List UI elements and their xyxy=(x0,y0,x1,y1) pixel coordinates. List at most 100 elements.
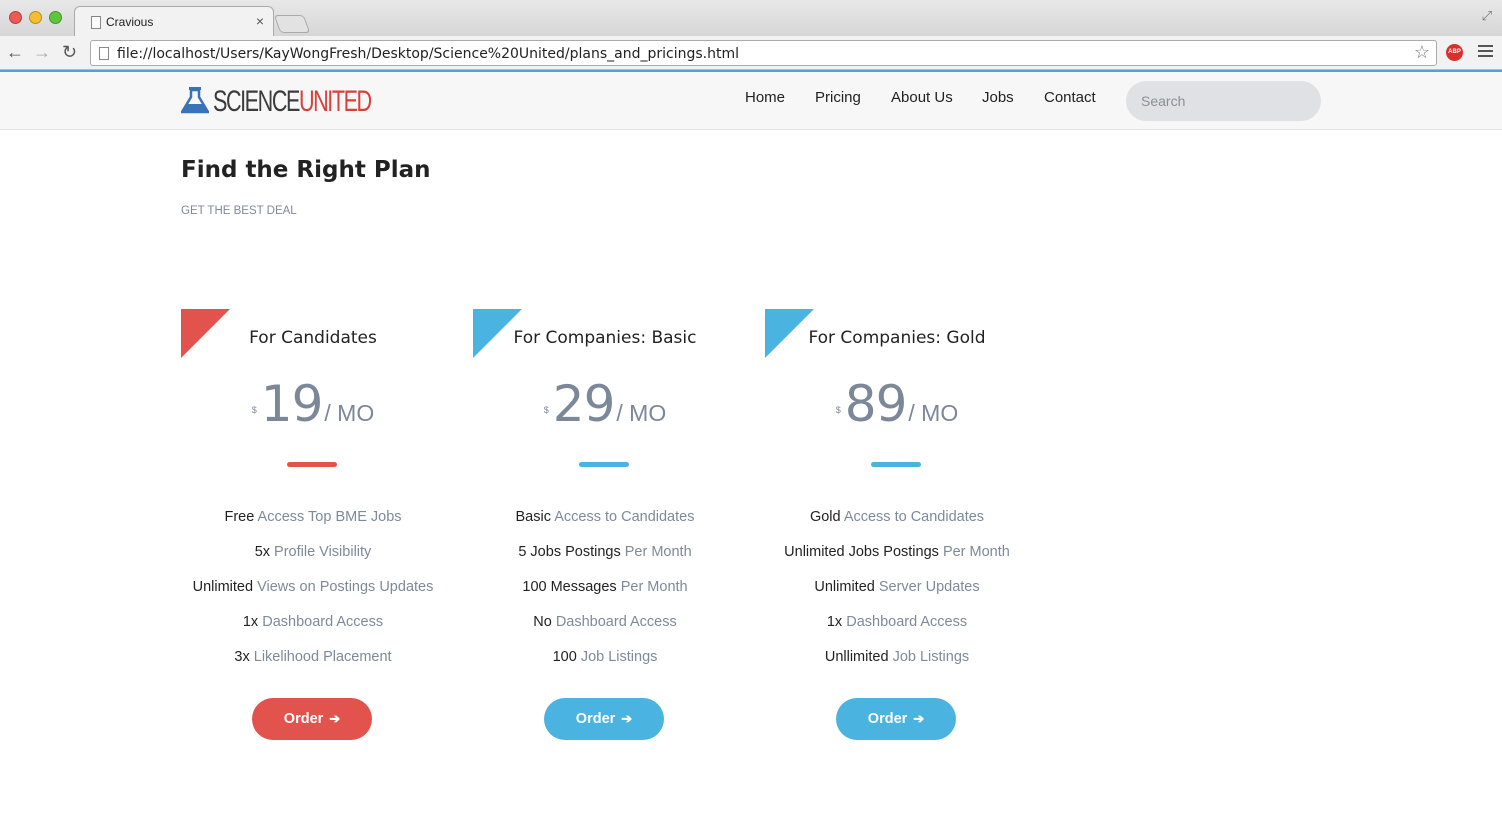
page-icon xyxy=(99,47,109,60)
page-title: Find the Right Plan xyxy=(181,157,431,183)
adblock-icon[interactable]: ABP xyxy=(1446,44,1463,61)
page-subtitle: GET THE BEST DEAL xyxy=(181,205,297,217)
plan-name: For Companies: Gold xyxy=(808,328,986,348)
arrow-right-icon: ➔ xyxy=(329,711,341,726)
feature-light: Dashboard Access xyxy=(262,614,384,630)
browser-tab[interactable]: Cravious × xyxy=(74,6,274,36)
feature-strong: 100 xyxy=(552,649,577,665)
arrow-right-icon: ➔ xyxy=(621,711,633,726)
zoom-window-button[interactable] xyxy=(49,11,62,24)
order-button[interactable]: Order ➔ xyxy=(544,698,664,740)
order-label: Order xyxy=(575,711,616,727)
page-icon xyxy=(91,16,101,29)
feature-item: Unllimited Job Listings xyxy=(765,649,1029,684)
order-label: Order xyxy=(867,711,908,727)
feature-light: Profile Visibility xyxy=(274,544,372,560)
price-currency: $ xyxy=(835,405,841,415)
plan-divider xyxy=(287,462,337,467)
feature-strong: 5 Jobs Postings xyxy=(518,544,621,560)
feature-list: Free Access Top BME Jobs 5x Profile Visi… xyxy=(181,509,445,684)
feature-strong: 3x xyxy=(234,649,250,665)
feature-light: Access Top BME Jobs xyxy=(257,509,402,525)
forward-arrow-icon[interactable]: → xyxy=(33,42,51,63)
tab-close-icon[interactable]: × xyxy=(256,13,264,29)
feature-strong: 100 Messages xyxy=(522,579,617,595)
feature-item: 1x Dashboard Access xyxy=(765,614,1029,649)
feature-strong: Unlimited Jobs Postings xyxy=(784,544,939,560)
plan-price: $29/ MO xyxy=(473,375,737,433)
feature-strong: 5x xyxy=(254,544,271,560)
nav-about-us[interactable]: About Us xyxy=(891,89,953,106)
feature-item: No Dashboard Access xyxy=(473,614,737,649)
feature-item: 5x Profile Visibility xyxy=(181,544,445,579)
price-period: / MO xyxy=(324,400,375,426)
feature-light: Job Listings xyxy=(892,649,970,665)
address-bar[interactable]: file://localhost/Users/KayWongFresh/Desk… xyxy=(90,40,1437,66)
url-text[interactable]: file://localhost/Users/KayWongFresh/Desk… xyxy=(117,46,739,62)
minimize-window-button[interactable] xyxy=(29,11,42,24)
feature-light: Access to Candidates xyxy=(843,509,985,525)
feature-item: Unlimited Jobs Postings Per Month xyxy=(765,544,1029,579)
price-amount: 19 xyxy=(260,375,324,433)
price-currency: $ xyxy=(251,405,257,415)
feature-strong: 1x xyxy=(826,614,843,630)
browser-titlebar: Cravious × ⤢ xyxy=(0,0,1502,36)
search-input[interactable] xyxy=(1126,81,1321,121)
plan-name: For Companies: Basic xyxy=(513,328,697,348)
feature-list: Basic Access to Candidates 5 Jobs Postin… xyxy=(473,509,737,684)
fullscreen-icon[interactable]: ⤢ xyxy=(1482,8,1492,24)
feature-strong: Basic xyxy=(515,509,551,525)
nav-pricing[interactable]: Pricing xyxy=(815,89,861,106)
plan-name: For Candidates xyxy=(249,328,377,348)
arrow-right-icon: ➔ xyxy=(913,711,925,726)
site-header: SCIENCEUNITED Home Pricing About Us Jobs… xyxy=(0,72,1502,130)
price-period: / MO xyxy=(908,400,959,426)
feature-item: 100 Messages Per Month xyxy=(473,579,737,614)
feature-light: Per Month xyxy=(620,579,688,595)
feature-strong: 1x xyxy=(242,614,259,630)
plan-price: $19/ MO xyxy=(181,375,445,433)
logo-wordmark: SCIENCEUNITED xyxy=(213,85,372,119)
menu-icon[interactable] xyxy=(1478,45,1493,60)
bookmark-star-icon[interactable]: ☆ xyxy=(1414,42,1430,63)
feature-light: Job Listings xyxy=(580,649,658,665)
nav-contact[interactable]: Contact xyxy=(1044,89,1096,106)
price-amount: 89 xyxy=(844,375,908,433)
plan-card-companies-basic: For Companies: Basic $29/ MO Basic Acces… xyxy=(473,309,737,749)
feature-light: Dashboard Access xyxy=(555,614,677,630)
nav-home[interactable]: Home xyxy=(745,89,785,106)
feature-strong: No xyxy=(533,614,552,630)
new-tab-button[interactable] xyxy=(273,15,311,33)
reload-icon[interactable]: ↻ xyxy=(62,42,77,63)
back-arrow-icon[interactable]: ← xyxy=(6,42,24,63)
feature-light: Per Month xyxy=(624,544,692,560)
feature-list: Gold Access to Candidates Unlimited Jobs… xyxy=(765,509,1029,684)
close-window-button[interactable] xyxy=(9,11,22,24)
feature-strong: Gold xyxy=(809,509,841,525)
order-button[interactable]: Order ➔ xyxy=(252,698,372,740)
feature-item: 100 Job Listings xyxy=(473,649,737,684)
plan-divider xyxy=(579,462,629,467)
feature-item: 5 Jobs Postings Per Month xyxy=(473,544,737,579)
feature-item: 1x Dashboard Access xyxy=(181,614,445,649)
feature-light: Server Updates xyxy=(878,579,980,595)
feature-item: Basic Access to Candidates xyxy=(473,509,737,544)
feature-strong: Unllimited xyxy=(824,649,889,665)
feature-light: Dashboard Access xyxy=(846,614,968,630)
feature-item: Unlimited Server Updates xyxy=(765,579,1029,614)
tab-title: Cravious xyxy=(106,15,154,29)
nav-jobs[interactable]: Jobs xyxy=(982,89,1014,106)
feature-strong: Unlimited xyxy=(192,579,254,595)
feature-item: Unlimited Views on Postings Updates xyxy=(181,579,445,614)
price-period: / MO xyxy=(616,400,667,426)
plan-price: $89/ MO xyxy=(765,375,1029,433)
order-button[interactable]: Order ➔ xyxy=(836,698,956,740)
feature-light: Likelihood Placement xyxy=(253,649,392,665)
feature-light: Views on Postings Updates xyxy=(257,579,434,595)
plan-divider xyxy=(871,462,921,467)
plan-card-candidates: For Candidates $19/ MO Free Access Top B… xyxy=(181,309,445,749)
feature-item: Gold Access to Candidates xyxy=(765,509,1029,544)
price-amount: 29 xyxy=(552,375,616,433)
feature-item: Free Access Top BME Jobs xyxy=(181,509,445,544)
plan-card-companies-gold: For Companies: Gold $89/ MO Gold Access … xyxy=(765,309,1029,749)
